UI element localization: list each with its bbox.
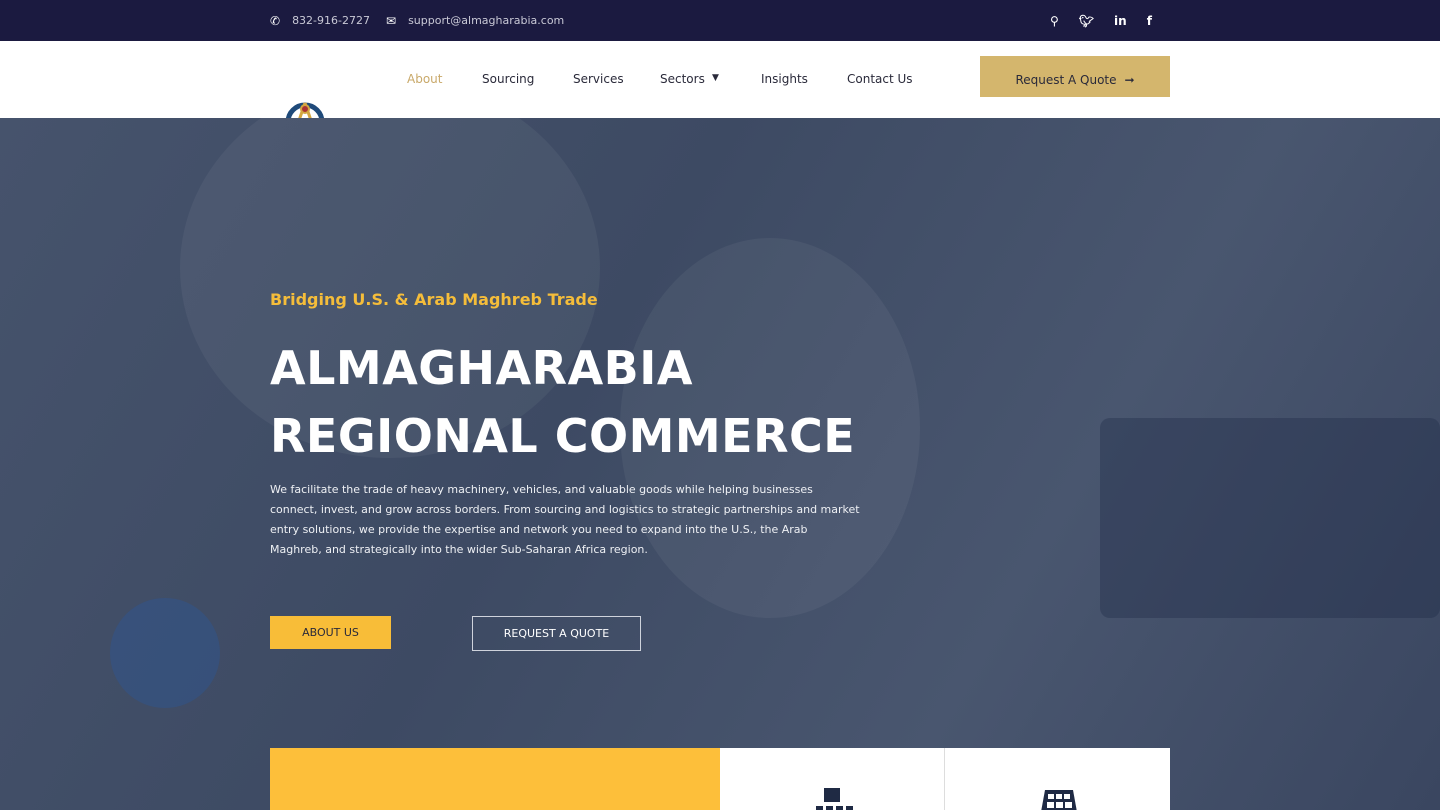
- hero-section: Bridging U.S. & Arab Maghreb Trade ALMAG…: [0, 118, 1440, 810]
- request-quote-button[interactable]: Request A Quote ➞: [980, 62, 1170, 97]
- main-nav: About Sourcing Services Sectors ▼ Insigh…: [0, 41, 1440, 142]
- solar-panel-icon: [1041, 790, 1077, 810]
- feature-card-warehouse[interactable]: [720, 748, 945, 810]
- linkedin-icon[interactable]: in: [1114, 14, 1127, 28]
- hero-description: We facilitate the trade of heavy machine…: [270, 483, 860, 556]
- hero-subtitle: Bridging U.S. & Arab Maghreb Trade: [270, 290, 598, 309]
- hero-title: ALMAGHARABIA REGIONAL COMMERCE: [270, 334, 855, 470]
- hero-title-line-2: REGIONAL COMMERCE: [270, 409, 856, 463]
- nav-services[interactable]: Services: [573, 41, 624, 118]
- arrow-right-icon: ➞: [1124, 72, 1135, 87]
- warehouse-boxes-icon: [816, 788, 853, 810]
- nav-sourcing[interactable]: Sourcing: [482, 41, 534, 118]
- phone-icon: ✆: [270, 13, 281, 28]
- phone-contact[interactable]: ✆ 832-916-2727: [270, 0, 370, 41]
- email-address[interactable]: support@almagharabia.com: [408, 14, 564, 27]
- search-icon[interactable]: ⚲: [1050, 14, 1059, 28]
- email-contact[interactable]: ✉ support@almagharabia.com: [386, 0, 564, 41]
- hero-title-line-1: ALMAGHARABIA: [270, 341, 693, 395]
- phone-number[interactable]: 832-916-2727: [292, 14, 370, 27]
- nav-about[interactable]: About: [407, 41, 442, 118]
- nav-insights[interactable]: Insights: [761, 41, 808, 118]
- feature-card-highlight: [270, 748, 720, 810]
- envelope-icon: ✉: [386, 13, 397, 28]
- request-quote-hero-button[interactable]: REQUEST A QUOTE: [472, 616, 641, 651]
- feature-card-solar[interactable]: [945, 748, 1170, 810]
- chevron-down-icon[interactable]: ▼: [712, 73, 719, 83]
- top-bar: ✆ 832-916-2727 ✉ support@almagharabia.co…: [0, 0, 1440, 41]
- nav-contact[interactable]: Contact Us: [847, 41, 913, 118]
- about-us-button[interactable]: ABOUT US: [270, 616, 391, 649]
- twitter-icon[interactable]: 🐦︎: [1079, 14, 1094, 28]
- request-quote-label: Request A Quote: [1015, 72, 1117, 87]
- nav-sectors[interactable]: Sectors: [660, 41, 705, 118]
- facebook-icon[interactable]: f: [1147, 14, 1152, 28]
